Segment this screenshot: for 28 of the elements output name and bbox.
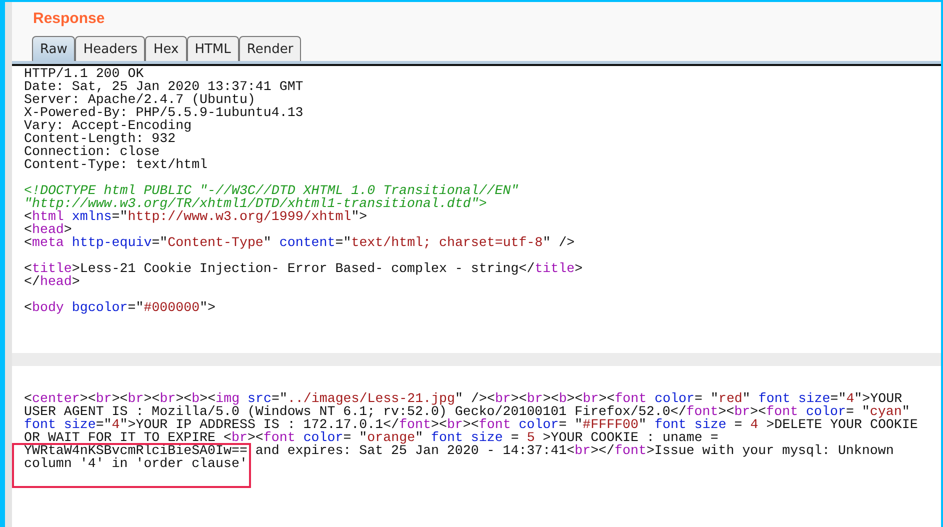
tab[interactable]: Hex (145, 36, 187, 61)
code-line: column '4' in 'order clause' (24, 457, 248, 470)
code-line: HTTP/1.1 200 OK (24, 67, 145, 80)
panel-title: Response (33, 10, 106, 27)
code-line: "http://www.w3.org/TR/xhtml1/DTD/xhtml1-transitional.dtd"> (24, 197, 488, 210)
code-line: USER AGENT IS : Mozilla/5.0 (Windows NT 6.1; rv:52.0) Gecko/20100101 Firefox/52.0</font><br><font color= "cyan" (24, 405, 911, 418)
code-line: <meta http-equiv="Content-Type" content="text/html; charset=utf-8" /> (24, 236, 576, 249)
code-line: <title>Less-21 Cookie Injection- Error Based- complex - string</title> (24, 262, 584, 275)
tab[interactable]: Raw (32, 36, 76, 61)
code-line: Vary: Accept-Encoding (24, 119, 193, 132)
tab[interactable]: HTML (186, 36, 239, 61)
code-line: Date: Sat, 25 Jan 2020 13:37:41 GMT (24, 80, 304, 93)
code-line: <head> (24, 223, 73, 236)
tab[interactable]: Headers (75, 36, 146, 61)
code-line: Connection: close (24, 145, 160, 158)
code-line: YWRtaW4nKSBvcmRlciBieSA0Iw== and expires: Sat 25 Jan 2020 - 14:37:41<br></font>Issue with your mysql: Unknown (24, 444, 895, 457)
code-line: <!DOCTYPE html PUBLIC "-//W3C//DTD XHTML 1.0 Transitional//EN" (24, 184, 520, 197)
code-line: Content-Length: 932 (24, 132, 176, 145)
code-line: font size="4">YOUR IP ADDRESS IS : 172.17.0.1</font><br><font color= "#FFFF00" font size = 4 >DELETE YOUR COOKIE (24, 418, 919, 431)
code-line: Content-Type: text/html (24, 158, 209, 171)
code-line: X-Powered-By: PHP/5.5.9-1ubuntu4.13 (24, 106, 304, 119)
code-line: <body bgcolor="#000000"> (24, 301, 217, 314)
code-line: </head> (24, 275, 81, 288)
code-line: <center><br><br><br><b><img src="../images/Less-21.jpg" /><br><br><b><br><font color= "red" font size="4">YOUR (24, 392, 904, 405)
tab[interactable]: Render (238, 36, 302, 61)
code-line: OR WAIT FOR IT TO EXPIRE <br><font color= "orange" font size = 5 >YOUR COOKIE : uname = (24, 431, 718, 444)
code-line: <html xmlns="http://www.w3.org/1999/xhtml"> (24, 210, 368, 223)
code-line: Server: Apache/2.4.7 (Ubuntu) (24, 93, 256, 106)
